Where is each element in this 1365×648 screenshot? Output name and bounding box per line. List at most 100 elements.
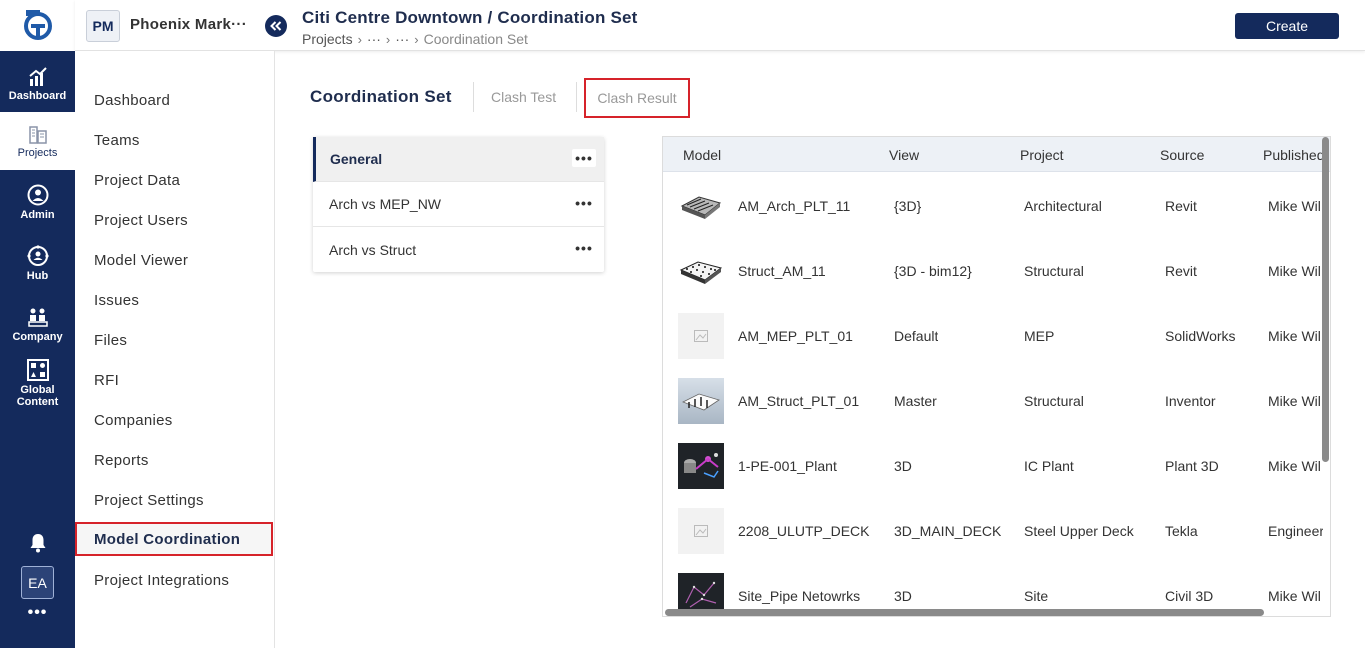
rail-item-hub[interactable]: Hub (0, 234, 75, 292)
cell-project: Structural (1024, 392, 1084, 409)
sidebar-item-project-integrations[interactable]: Project Integrations (75, 563, 273, 597)
cell-model: AM_MEP_PLT_01 (738, 327, 853, 344)
more-menu-button[interactable]: ••• (0, 604, 75, 626)
cell-published: Mike Wil (1268, 392, 1321, 409)
sidebar-item-reports[interactable]: Reports (75, 443, 273, 477)
double-chevron-left-icon (270, 21, 282, 31)
column-header-project[interactable]: Project (1020, 137, 1064, 172)
image-placeholder-icon (694, 330, 708, 342)
table-row[interactable]: 1-PE-001_Plant 3D IC Plant Plant 3D Mike… (663, 433, 1323, 498)
cell-view: 3D (894, 457, 912, 474)
image-placeholder-icon (694, 525, 708, 537)
app-logo[interactable] (0, 0, 75, 51)
cell-model: 1-PE-001_Plant (738, 457, 837, 474)
rail-item-projects[interactable]: Projects (0, 112, 75, 170)
more-options-icon[interactable]: ••• (572, 149, 596, 167)
set-name: General (330, 151, 383, 167)
table-row[interactable]: AM_MEP_PLT_01 Default MEP SolidWorks Mik… (663, 303, 1323, 368)
table-row[interactable]: Struct_AM_11 {3D - bim12} Structural Rev… (663, 238, 1323, 303)
tab-divider (576, 82, 577, 112)
breadcrumb-current: Coordination Set (423, 31, 528, 47)
bell-icon (30, 534, 45, 553)
tab-coordination-set[interactable]: Coordination Set (310, 78, 452, 116)
set-item-general[interactable]: General ••• (313, 137, 604, 182)
cell-view: {3D} (894, 197, 922, 214)
grid-icon (26, 358, 49, 381)
rail-item-global-content[interactable]: Global Content (0, 352, 75, 414)
sidebar-item-model-viewer[interactable]: Model Viewer (75, 243, 273, 277)
hub-icon (26, 244, 49, 266)
set-name: Arch vs Struct (329, 241, 417, 258)
project-badge[interactable]: PM (86, 10, 120, 42)
sidebar-item-dashboard[interactable]: Dashboard (75, 83, 273, 117)
top-header: PM Phoenix Mark··· Citi Centre Downtown … (75, 0, 1365, 51)
cell-source: Revit (1165, 197, 1197, 214)
more-options-icon[interactable]: ••• (572, 239, 596, 257)
cell-model: AM_Struct_PLT_01 (738, 392, 860, 409)
cell-published: Mike Wil (1268, 262, 1321, 279)
tab-clash-test[interactable]: Clash Test (491, 78, 556, 116)
column-header-view[interactable]: View (889, 137, 919, 172)
horizontal-scrollbar[interactable] (665, 609, 1264, 616)
model-thumbnail (678, 248, 724, 294)
cell-project: MEP (1024, 327, 1055, 344)
cell-view: Default (894, 327, 939, 344)
table-row[interactable]: AM_Arch_PLT_11 {3D} Architectural Revit … (663, 173, 1323, 238)
breadcrumb-item[interactable]: ··· (395, 31, 409, 47)
building-icon (28, 125, 47, 144)
sidebar-item-files[interactable]: Files (75, 323, 273, 357)
model-thumbnail (678, 508, 724, 554)
sidebar-item-project-data[interactable]: Project Data (75, 163, 273, 197)
model-preview-icon (682, 393, 720, 411)
model-thumbnail (678, 313, 724, 359)
sidebar-item-issues[interactable]: Issues (75, 283, 273, 317)
cell-published: Engineerc (1268, 522, 1323, 539)
more-options-icon[interactable]: ••• (572, 194, 596, 212)
project-name[interactable]: Phoenix Mark··· (130, 16, 247, 33)
set-item-arch-vs-struct[interactable]: Arch vs Struct ••• (313, 227, 604, 272)
set-item-arch-vs-mep[interactable]: Arch vs MEP_NW ••• (313, 182, 604, 227)
column-header-published[interactable]: Published (1263, 137, 1325, 172)
table-row[interactable]: 2208_ULUTP_DECK 3D_MAIN_DECK Steel Upper… (663, 498, 1323, 563)
table-row[interactable]: AM_Struct_PLT_01 Master Structural Inven… (663, 368, 1323, 433)
cell-project: IC Plant (1024, 457, 1074, 474)
sidebar-item-model-coordination[interactable]: Model Coordination (75, 522, 273, 556)
breadcrumb-item[interactable]: ··· (367, 31, 381, 47)
cell-source: Inventor (1165, 392, 1216, 409)
model-preview-icon (679, 261, 723, 284)
cell-view: {3D - bim12} (894, 262, 972, 279)
rail-item-admin[interactable]: Admin (0, 173, 75, 231)
breadcrumb-item[interactable]: Projects (302, 31, 353, 47)
create-button[interactable]: Create (1235, 13, 1339, 39)
chevron-right-icon: › (357, 31, 362, 47)
sidebar-item-project-settings[interactable]: Project Settings (75, 483, 273, 517)
coordination-set-list: General ••• Arch vs MEP_NW ••• Arch vs S… (313, 137, 604, 272)
column-header-model[interactable]: Model (683, 137, 721, 172)
rail-item-dashboard[interactable]: Dashboard (0, 55, 75, 113)
sidebar-item-teams[interactable]: Teams (75, 123, 273, 157)
cell-project: Architectural (1024, 197, 1102, 214)
rail-item-company[interactable]: Company (0, 295, 75, 353)
column-header-source[interactable]: Source (1160, 137, 1204, 172)
user-icon (27, 184, 48, 205)
cell-published: Mike Wil (1268, 197, 1321, 214)
user-avatar[interactable]: EA (21, 566, 54, 599)
collapse-sidebar-button[interactable] (265, 15, 287, 37)
cell-project: Structural (1024, 262, 1084, 279)
model-thumbnail (678, 378, 724, 424)
logo-icon (23, 9, 52, 40)
sidebar-item-project-users[interactable]: Project Users (75, 203, 273, 237)
sidebar-item-rfi[interactable]: RFI (75, 363, 273, 397)
vertical-scrollbar[interactable] (1322, 137, 1329, 462)
cell-view: 3D_MAIN_DECK (894, 522, 1002, 539)
cell-source: SolidWorks (1165, 327, 1236, 344)
models-table: Model View Project Source Published AM_A… (662, 136, 1331, 617)
sidebar-item-companies[interactable]: Companies (75, 403, 273, 437)
set-name: Arch vs MEP_NW (329, 196, 442, 212)
notifications-button[interactable] (0, 528, 75, 558)
tab-clash-result[interactable]: Clash Result (584, 78, 690, 118)
model-thumbnail (678, 443, 724, 489)
cell-source: Revit (1165, 262, 1197, 279)
table-header: Model View Project Source Published (663, 137, 1330, 172)
chart-icon (28, 66, 47, 86)
